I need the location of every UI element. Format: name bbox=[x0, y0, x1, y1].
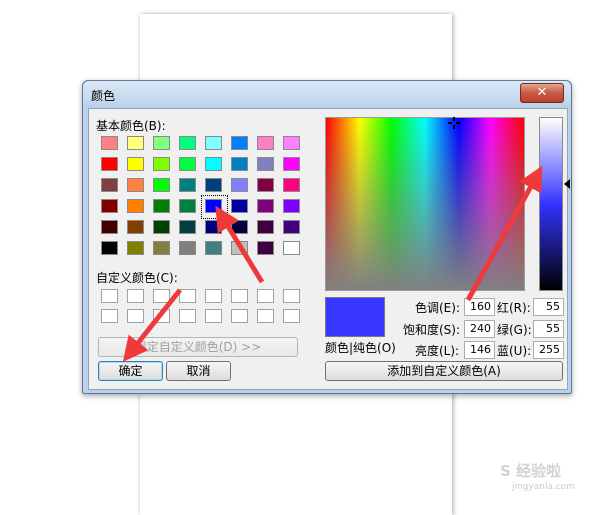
custom-color-swatch[interactable] bbox=[179, 309, 196, 323]
basic-color-swatch[interactable] bbox=[205, 136, 222, 150]
cancel-button[interactable]: 取消 bbox=[166, 361, 231, 381]
custom-color-swatch[interactable] bbox=[283, 289, 300, 303]
ok-button[interactable]: 确定 bbox=[98, 361, 163, 381]
basic-color-swatch[interactable] bbox=[283, 157, 300, 171]
custom-color-swatch[interactable] bbox=[101, 289, 118, 303]
basic-color-swatch[interactable] bbox=[257, 178, 274, 192]
basic-color-swatch[interactable] bbox=[101, 136, 118, 150]
basic-color-swatch[interactable] bbox=[179, 220, 196, 234]
basic-color-swatch[interactable] bbox=[179, 157, 196, 171]
basic-color-swatch[interactable] bbox=[257, 157, 274, 171]
saturation-label: 饱和度(S): bbox=[403, 323, 461, 337]
basic-color-swatch[interactable] bbox=[283, 136, 300, 150]
basic-color-swatch[interactable] bbox=[257, 220, 274, 234]
basic-color-swatch[interactable] bbox=[179, 136, 196, 150]
custom-color-swatch[interactable] bbox=[153, 309, 170, 323]
custom-color-swatch[interactable] bbox=[231, 289, 248, 303]
basic-color-swatch[interactable] bbox=[127, 136, 144, 150]
dialog-title: 颜色 bbox=[91, 89, 116, 103]
basic-color-swatch[interactable] bbox=[127, 241, 144, 255]
basic-color-swatch[interactable] bbox=[205, 178, 222, 192]
color-solid-label: 颜色|纯色(O) bbox=[325, 341, 396, 355]
luminance-input[interactable]: 146 bbox=[464, 341, 495, 359]
basic-color-swatch[interactable] bbox=[283, 220, 300, 234]
basic-color-swatch[interactable] bbox=[231, 157, 248, 171]
custom-color-swatch[interactable] bbox=[101, 309, 118, 323]
crosshair-icon bbox=[448, 117, 460, 129]
basic-color-swatch[interactable] bbox=[127, 220, 144, 234]
luminance-bar[interactable] bbox=[539, 117, 563, 291]
basic-color-swatch[interactable] bbox=[231, 178, 248, 192]
basic-color-swatch[interactable] bbox=[101, 220, 118, 234]
custom-color-swatch[interactable] bbox=[179, 289, 196, 303]
add-to-custom-colors-button[interactable]: 添加到自定义颜色(A) bbox=[325, 361, 563, 381]
basic-color-swatch[interactable] bbox=[127, 157, 144, 171]
basic-color-swatch[interactable] bbox=[257, 241, 274, 255]
basic-color-swatch[interactable] bbox=[153, 199, 170, 213]
saturation-input[interactable]: 240 bbox=[464, 320, 495, 338]
custom-color-swatch[interactable] bbox=[257, 309, 274, 323]
basic-color-swatch[interactable] bbox=[127, 178, 144, 192]
close-icon: ✕ bbox=[536, 85, 548, 100]
basic-color-swatch[interactable] bbox=[205, 220, 222, 234]
basic-color-swatch[interactable] bbox=[101, 241, 118, 255]
basic-color-swatch[interactable] bbox=[231, 199, 248, 213]
basic-color-swatch[interactable] bbox=[127, 199, 144, 213]
custom-color-swatch[interactable] bbox=[127, 309, 144, 323]
custom-color-swatch[interactable] bbox=[257, 289, 274, 303]
basic-color-swatch[interactable] bbox=[231, 136, 248, 150]
basic-color-swatch[interactable] bbox=[205, 199, 222, 213]
custom-color-swatch[interactable] bbox=[127, 289, 144, 303]
basic-color-swatch[interactable] bbox=[179, 178, 196, 192]
blue-label: 蓝(U): bbox=[497, 344, 532, 358]
basic-color-swatch[interactable] bbox=[153, 241, 170, 255]
basic-color-swatch[interactable] bbox=[257, 199, 274, 213]
luminance-label: 亮度(L): bbox=[415, 344, 460, 358]
basic-color-swatch[interactable] bbox=[205, 157, 222, 171]
basic-color-swatch[interactable] bbox=[231, 241, 248, 255]
title-bar[interactable]: 颜色 ✕ bbox=[83, 81, 571, 107]
watermark-logo: S 经验啦 bbox=[500, 462, 562, 480]
basic-color-swatch[interactable] bbox=[283, 199, 300, 213]
green-label: 绿(G): bbox=[497, 323, 532, 337]
basic-color-swatch[interactable] bbox=[283, 178, 300, 192]
red-input[interactable]: 55 bbox=[533, 298, 564, 316]
watermark-url: jingyanla.com bbox=[512, 482, 576, 492]
basic-color-swatch[interactable] bbox=[153, 157, 170, 171]
define-custom-colors-button[interactable]: 规定自定义颜色(D) >> bbox=[98, 337, 298, 357]
green-input[interactable]: 55 bbox=[533, 320, 564, 338]
red-label: 红(R): bbox=[497, 301, 531, 315]
custom-color-swatch[interactable] bbox=[205, 309, 222, 323]
basic-color-swatch[interactable] bbox=[101, 157, 118, 171]
basic-color-swatch[interactable] bbox=[101, 199, 118, 213]
basic-color-swatch[interactable] bbox=[205, 241, 222, 255]
custom-color-swatch[interactable] bbox=[205, 289, 222, 303]
hue-label: 色调(E): bbox=[415, 301, 460, 315]
close-button[interactable]: ✕ bbox=[520, 83, 564, 103]
basic-color-swatch[interactable] bbox=[153, 220, 170, 234]
dialog-client: 基本颜色(B): 自定义颜色(C): 规定自定义颜色(D) >> 确定 取消 颜… bbox=[88, 108, 570, 390]
basic-color-swatch[interactable] bbox=[101, 178, 118, 192]
basic-color-swatch[interactable] bbox=[153, 178, 170, 192]
color-dialog: 颜色 ✕ 基本颜色(B): 自定义颜色(C): 规定自定义颜色(D) >> 确定… bbox=[82, 80, 572, 394]
blue-input[interactable]: 255 bbox=[533, 341, 564, 359]
luminance-arrow-icon[interactable] bbox=[564, 179, 570, 189]
custom-color-swatch[interactable] bbox=[283, 309, 300, 323]
basic-color-swatch[interactable] bbox=[257, 136, 274, 150]
custom-colors-label: 自定义颜色(C): bbox=[96, 271, 178, 285]
color-preview bbox=[325, 297, 385, 337]
basic-color-swatch[interactable] bbox=[231, 220, 248, 234]
basic-color-swatch[interactable] bbox=[283, 241, 300, 255]
custom-color-swatch[interactable] bbox=[153, 289, 170, 303]
basic-colors-label: 基本颜色(B): bbox=[96, 119, 166, 133]
basic-color-swatch[interactable] bbox=[179, 241, 196, 255]
basic-color-swatch[interactable] bbox=[153, 136, 170, 150]
hue-input[interactable]: 160 bbox=[464, 298, 495, 316]
basic-color-swatch[interactable] bbox=[179, 199, 196, 213]
custom-color-swatch[interactable] bbox=[231, 309, 248, 323]
color-spectrum[interactable] bbox=[325, 117, 525, 291]
